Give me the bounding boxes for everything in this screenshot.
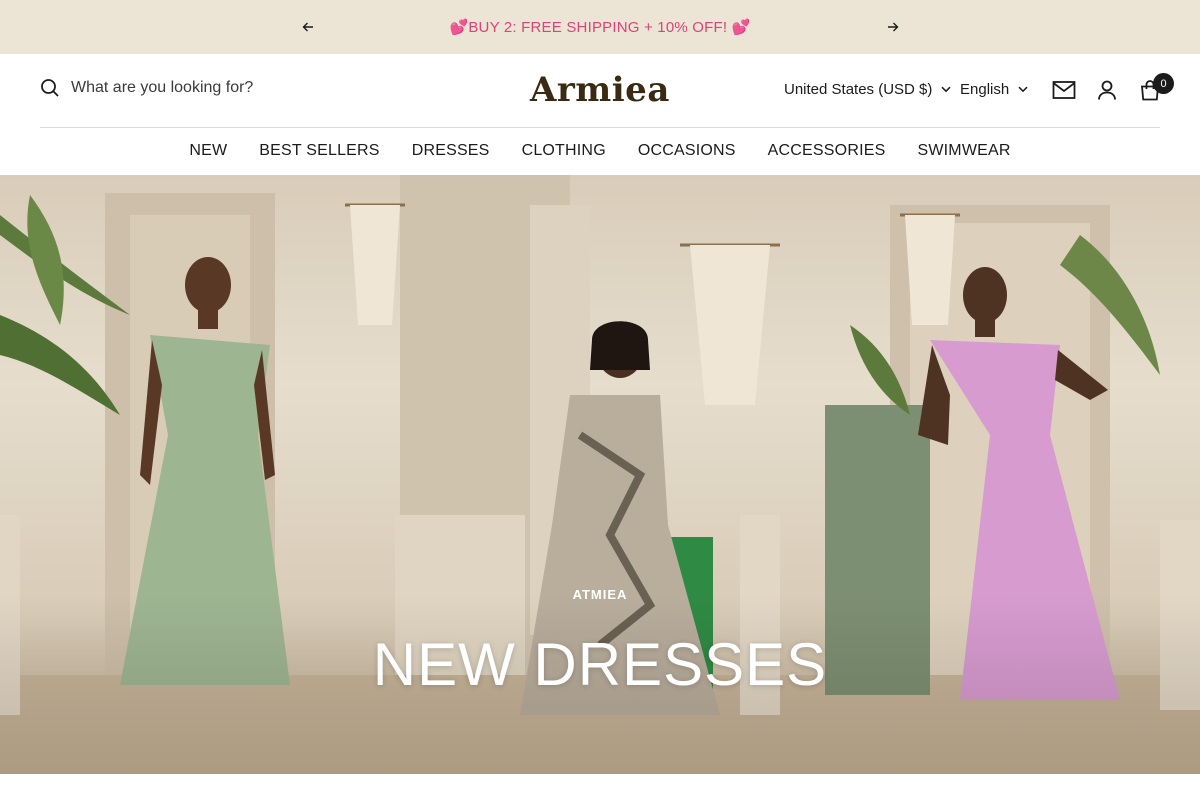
hero-banner[interactable]: ATMIEA NEW DRESSES [0, 175, 1200, 774]
hero-eyebrow: ATMIEA [572, 587, 628, 602]
arrow-right-icon[interactable] [883, 17, 903, 37]
nav-item-accessories[interactable]: ACCESSORIES [768, 142, 886, 160]
currency-label: United States (USD $) [784, 81, 933, 98]
mail-icon[interactable] [1052, 78, 1076, 102]
language-selector[interactable]: English [960, 81, 1028, 98]
nav-item-new[interactable]: NEW [189, 142, 227, 160]
arrow-left-icon[interactable] [298, 17, 318, 37]
announcement-message[interactable]: 💕BUY 2: FREE SHIPPING + 10% OFF! 💕 [449, 18, 750, 36]
chevron-down-icon [941, 86, 951, 93]
announcement-bar: 💕BUY 2: FREE SHIPPING + 10% OFF! 💕 [0, 0, 1200, 54]
cart-count-badge[interactable]: 0 [1153, 73, 1174, 94]
chevron-down-icon [1018, 86, 1028, 93]
nav-item-clothing[interactable]: CLOTHING [522, 142, 606, 160]
nav-item-occasions[interactable]: OCCASIONS [638, 142, 736, 160]
currency-selector[interactable]: United States (USD $) [784, 81, 951, 98]
search-bar[interactable] [40, 78, 311, 98]
hero-headline[interactable]: NEW DRESSES [0, 630, 1200, 699]
nav-item-best-sellers[interactable]: BEST SELLERS [259, 142, 379, 160]
site-header: Armiea United States (USD $) English 0 [0, 54, 1200, 128]
account-icon[interactable] [1095, 78, 1119, 102]
language-label: English [960, 81, 1010, 98]
logo[interactable]: Armiea [530, 70, 670, 110]
main-nav: NEW BEST SELLERS DRESSES CLOTHING OCCASI… [0, 128, 1200, 174]
search-icon[interactable] [40, 78, 60, 98]
search-input[interactable] [71, 79, 311, 97]
nav-item-dresses[interactable]: DRESSES [412, 142, 490, 160]
nav-item-swimwear[interactable]: SWIMWEAR [917, 142, 1010, 160]
